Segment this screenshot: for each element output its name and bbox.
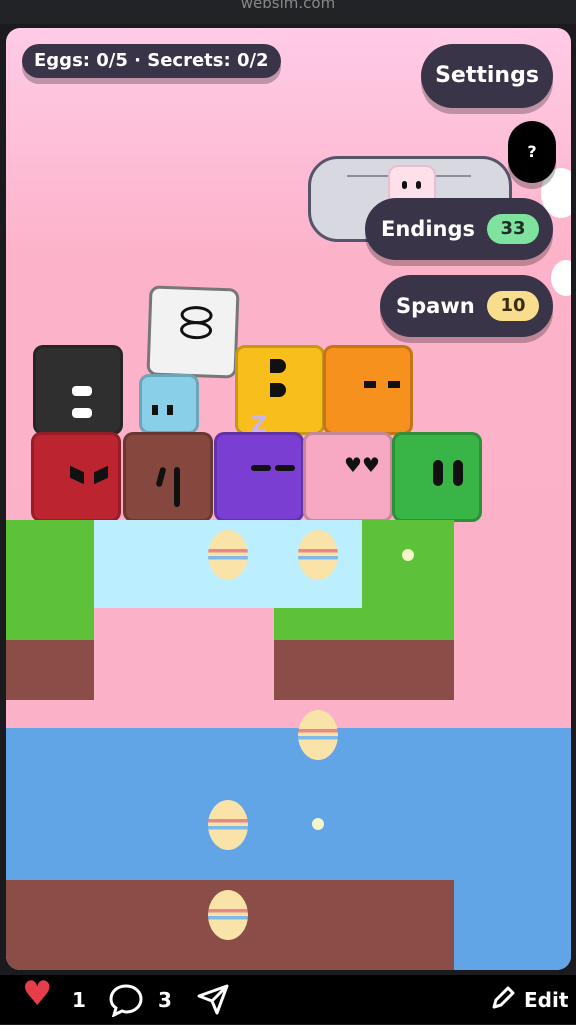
- block-eye: [270, 383, 286, 397]
- secret-orb[interactable]: [402, 549, 414, 561]
- bottom-bar: ♥ 1 3 Edit: [0, 975, 576, 1024]
- sleep-z-icon: Z: [251, 413, 267, 438]
- easter-egg[interactable]: [208, 530, 248, 580]
- block-eye: [174, 467, 180, 507]
- block-eye: [72, 386, 92, 396]
- block-eye: [364, 381, 376, 388]
- block-eye: [70, 465, 84, 485]
- pink-block[interactable]: ♥ ♥: [303, 432, 393, 522]
- comments-count: 3: [158, 988, 172, 1012]
- spawn-count-badge: 10: [487, 291, 539, 321]
- purple-block[interactable]: Z: [214, 413, 304, 522]
- block-eye: [433, 460, 443, 486]
- game-canvas[interactable]: Eggs: 0/5 · Secrets: 0/2 Settings ? Endi…: [6, 28, 571, 970]
- grass-platform-right: [362, 520, 454, 608]
- heart-eye-icon: ♥: [362, 453, 380, 477]
- browser-url-bar: websim.com: [0, 0, 576, 24]
- orange-block[interactable]: [323, 345, 413, 435]
- easter-egg[interactable]: [208, 800, 248, 850]
- easter-egg[interactable]: [208, 890, 248, 940]
- spawn-button[interactable]: Spawn 10: [380, 275, 553, 337]
- easter-egg[interactable]: [298, 710, 338, 760]
- block-eye: [167, 405, 173, 415]
- heart-eye-icon: ♥: [344, 453, 362, 477]
- white-block[interactable]: [146, 285, 240, 379]
- bunny-eye: [416, 181, 421, 189]
- spawn-label: Spawn: [396, 294, 475, 318]
- endings-button[interactable]: Endings 33: [365, 198, 553, 260]
- dirt-left: [6, 640, 94, 700]
- edit-label[interactable]: Edit: [524, 985, 568, 1015]
- comment-icon[interactable]: [108, 983, 144, 1018]
- brown-block[interactable]: [123, 432, 213, 522]
- black-block[interactable]: [33, 345, 123, 435]
- settings-button[interactable]: Settings: [421, 44, 553, 108]
- block-eye: [270, 359, 286, 373]
- secret-orb[interactable]: [312, 818, 324, 830]
- block-eye: [72, 408, 92, 418]
- share-icon[interactable]: [196, 983, 230, 1015]
- dirt-right: [274, 640, 454, 700]
- cloud-puff: [551, 260, 571, 296]
- endings-label: Endings: [381, 217, 476, 241]
- bunny-eye: [402, 181, 407, 189]
- help-button[interactable]: ?: [508, 121, 556, 183]
- likes-count: 1: [72, 988, 86, 1012]
- block-eye: [152, 405, 158, 415]
- endings-count-badge: 33: [487, 214, 539, 244]
- red-block[interactable]: [31, 432, 121, 522]
- block-eye: [453, 460, 463, 486]
- block-eye: [388, 381, 400, 388]
- heart-icon[interactable]: ♥: [22, 977, 52, 1011]
- eggs-secrets-counter: Eggs: 0/5 · Secrets: 0/2: [22, 44, 281, 78]
- edit-icon[interactable]: [490, 985, 516, 1015]
- yellow-block[interactable]: [235, 345, 325, 435]
- block-eye: [179, 320, 213, 340]
- block-eye: [94, 465, 108, 485]
- block-eye: [155, 466, 167, 488]
- block-eye: [251, 465, 271, 471]
- light-blue-block[interactable]: [139, 374, 199, 434]
- url-text: websim.com: [240, 0, 336, 12]
- easter-egg[interactable]: [298, 530, 338, 580]
- grass-platform-left: [6, 520, 94, 650]
- green-block[interactable]: [392, 432, 482, 522]
- block-eye: [275, 465, 295, 471]
